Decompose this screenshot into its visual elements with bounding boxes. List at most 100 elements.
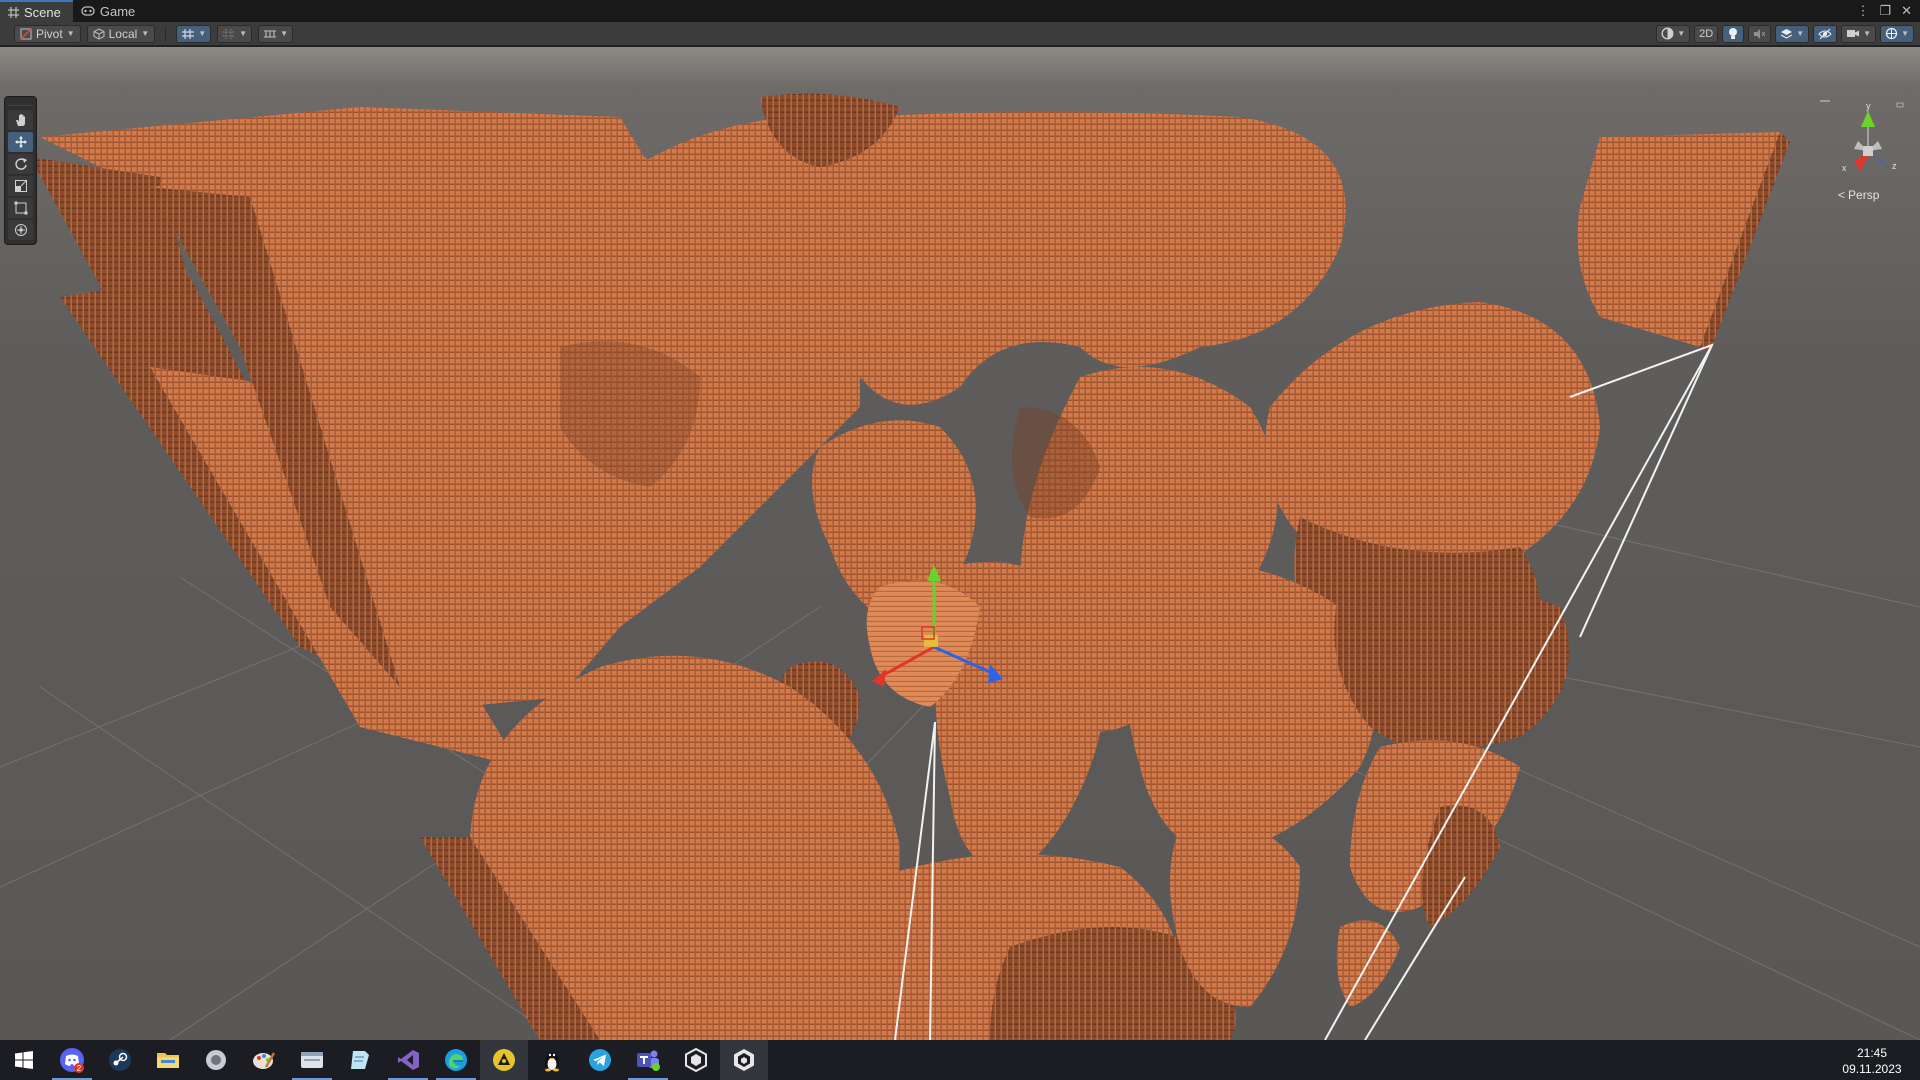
scene-toolbar: Pivot ▼ Local ▼ ▼ ▼ ▼ ▼ 2D ▼ ▼ ▼ xyxy=(0,22,1920,46)
taskbar-unity[interactable] xyxy=(720,1040,768,1080)
clock-time: 21:45 xyxy=(1856,1046,1888,1060)
chevron-down-icon: ▼ xyxy=(66,29,75,38)
lighting-toggle-button[interactable] xyxy=(1722,24,1745,43)
tab-scene-label: Scene xyxy=(24,4,61,20)
taskbar-app-1[interactable] xyxy=(192,1040,240,1080)
windows-start-icon xyxy=(15,1051,33,1069)
taskbar-paint[interactable] xyxy=(240,1040,288,1080)
tab-scene[interactable]: Scene xyxy=(0,0,73,22)
chevron-down-icon: ▼ xyxy=(1901,29,1909,38)
scene-viewport[interactable]: y x z < Persp ▼ xyxy=(0,47,1920,1040)
2d-toggle-button[interactable]: 2D xyxy=(1694,24,1719,43)
taskbar-linux[interactable] xyxy=(528,1040,576,1080)
app-icon xyxy=(206,1050,226,1070)
eye-slash-icon xyxy=(1818,28,1832,39)
audio-toggle-button[interactable] xyxy=(1748,24,1772,43)
teams-icon xyxy=(637,1050,660,1071)
rect-tool-button[interactable] xyxy=(8,198,33,218)
start-button[interactable] xyxy=(0,1040,48,1080)
telegram-icon xyxy=(589,1049,611,1071)
speaker-muted-icon xyxy=(1754,28,1766,39)
taskbar-teams[interactable] xyxy=(624,1040,672,1080)
discord-icon: 2 xyxy=(60,1048,84,1073)
taskbar-app-2[interactable] xyxy=(480,1040,528,1080)
local-dropdown[interactable]: Local ▼ xyxy=(86,24,156,43)
gizmo-z-label: z xyxy=(1892,161,1897,171)
gizmo-y-label: y xyxy=(1866,101,1871,111)
discord-badge: 2 xyxy=(77,1064,82,1073)
taskbar-app-window[interactable] xyxy=(288,1040,336,1080)
editor-tab-bar: Scene Game ⋮ ❐ ✕ xyxy=(0,0,1920,22)
transform-all-icon xyxy=(14,224,27,236)
chevron-down-icon: ▼ xyxy=(1677,29,1686,38)
steam-icon xyxy=(109,1049,131,1071)
hand-tool-button[interactable] xyxy=(8,110,33,130)
system-clock[interactable]: 21:45 09.11.2023 xyxy=(1824,1043,1920,1077)
draw-mode-button[interactable]: ▼ xyxy=(1656,24,1691,43)
paint-icon xyxy=(253,1052,276,1069)
tab-game-label: Game xyxy=(99,3,136,19)
gizmos-dropdown[interactable]: ▼ xyxy=(1880,24,1914,43)
grid-snapping-button[interactable]: ▼ xyxy=(176,24,212,43)
maximize-icon[interactable]: ❐ xyxy=(1879,3,1891,19)
windows-taskbar: 2 21:45 09.11.2023 xyxy=(0,1040,1920,1080)
taskbar-notes[interactable] xyxy=(336,1040,384,1080)
chevron-left-icon: < xyxy=(1838,188,1846,202)
shaded-sphere-icon xyxy=(1661,27,1674,40)
2d-label: 2D xyxy=(1699,27,1714,40)
notes-icon xyxy=(351,1051,369,1069)
increment-snap-button[interactable]: ▼ xyxy=(258,24,293,43)
taskbar-visual-studio[interactable] xyxy=(384,1040,432,1080)
chevron-down-icon: ▼ xyxy=(198,29,207,38)
palette-grip[interactable] xyxy=(8,100,33,106)
rotate-tool-button[interactable] xyxy=(8,154,33,174)
pivot-dropdown[interactable]: Pivot ▼ xyxy=(14,24,81,43)
taskbar-steam[interactable] xyxy=(96,1040,144,1080)
taskbar-discord[interactable]: 2 xyxy=(48,1040,96,1080)
app-icon xyxy=(493,1049,515,1071)
taskbar-unity-hub[interactable] xyxy=(672,1040,720,1080)
snap-increment-icon xyxy=(264,29,277,38)
effects-dropdown[interactable]: ▼ xyxy=(1775,24,1810,43)
chevron-down-icon: ▼ xyxy=(1796,29,1805,38)
taskbar-file-explorer[interactable] xyxy=(144,1040,192,1080)
local-label: Local xyxy=(108,26,138,41)
camera-settings-dropdown[interactable]: ▼ xyxy=(1841,24,1877,43)
taskbar-telegram[interactable] xyxy=(576,1040,624,1080)
tool-palette xyxy=(4,96,37,245)
pivot-label: Pivot xyxy=(36,26,63,41)
chevron-down-icon: ▼ xyxy=(1863,29,1872,38)
toolbar-separator xyxy=(165,25,167,42)
grid-icon xyxy=(8,6,19,18)
chevron-down-icon: ▼ xyxy=(280,29,288,38)
visual-studio-icon xyxy=(398,1050,419,1070)
grid-dots-icon xyxy=(223,28,236,39)
file-explorer-icon xyxy=(157,1053,179,1068)
scale-icon xyxy=(14,180,27,192)
layers-effects-icon xyxy=(1780,28,1793,39)
transform-tool-button[interactable] xyxy=(8,220,33,240)
unity-hub-icon xyxy=(685,1048,707,1072)
chevron-down-icon: ▼ xyxy=(141,29,150,38)
gizmo-lock-icon xyxy=(1896,102,1904,108)
gizmo-x-label: x xyxy=(1842,163,1847,173)
scene-visibility-button[interactable] xyxy=(1813,24,1838,43)
cube-icon xyxy=(93,27,105,40)
rotate-icon xyxy=(14,158,27,170)
projection-label: Persp xyxy=(1848,188,1880,202)
projection-toggle[interactable]: < Persp xyxy=(1838,188,1879,202)
close-icon[interactable]: ✕ xyxy=(1901,3,1912,19)
move-tool-button[interactable] xyxy=(8,132,33,152)
grid-snap-icon xyxy=(182,28,195,39)
taskbar-edge[interactable] xyxy=(432,1040,480,1080)
gizmo-globe-icon xyxy=(1885,27,1898,40)
chevron-down-icon: ▼ xyxy=(239,29,248,38)
lightbulb-icon xyxy=(1729,28,1738,39)
tab-game[interactable]: Game xyxy=(73,0,147,22)
app-window-icon xyxy=(301,1052,323,1068)
move-arrows-icon xyxy=(14,136,27,148)
more-options-icon[interactable]: ⋮ xyxy=(1856,3,1869,19)
grid-visibility-button[interactable]: ▼ xyxy=(217,24,253,43)
edge-icon xyxy=(445,1049,467,1071)
scale-tool-button[interactable] xyxy=(8,176,33,196)
